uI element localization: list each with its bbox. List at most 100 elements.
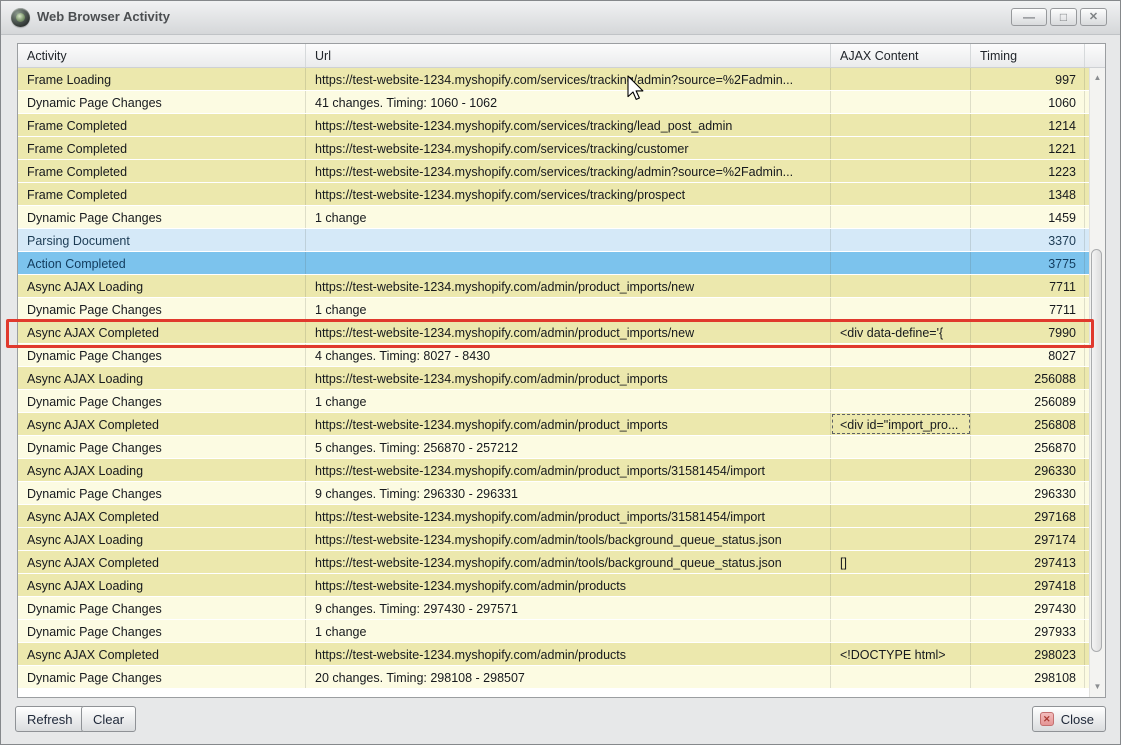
activity-cell: Frame Completed	[18, 137, 306, 159]
timing-cell: 256089	[971, 390, 1085, 412]
ajax-content-cell	[831, 390, 971, 412]
vertical-scrollbar[interactable]: ▲ ▼	[1089, 68, 1105, 697]
app-icon	[11, 8, 30, 27]
ajax-content-cell: <!DOCTYPE html>	[831, 643, 971, 665]
table-row[interactable]: Parsing Document3370	[18, 229, 1089, 252]
timing-cell: 256870	[971, 436, 1085, 458]
table-row[interactable]: Dynamic Page Changes4 changes. Timing: 8…	[18, 344, 1089, 367]
url-cell: https://test-website-1234.myshopify.com/…	[306, 413, 831, 435]
timing-cell: 7711	[971, 275, 1085, 297]
ajax-content-cell	[831, 344, 971, 366]
table-row[interactable]: Frame Completedhttps://test-website-1234…	[18, 114, 1089, 137]
table-row[interactable]: Async AJAX Completedhttps://test-website…	[18, 321, 1089, 344]
table-row[interactable]: Dynamic Page Changes5 changes. Timing: 2…	[18, 436, 1089, 459]
url-cell	[306, 229, 831, 251]
table-row[interactable]: Async AJAX Completedhttps://test-website…	[18, 643, 1089, 666]
ajax-content-cell	[831, 597, 971, 619]
close-button-icon: ✕	[1040, 712, 1054, 726]
activity-cell: Async AJAX Loading	[18, 275, 306, 297]
ajax-content-cell	[831, 183, 971, 205]
activity-cell: Dynamic Page Changes	[18, 620, 306, 642]
column-header-ajax-content[interactable]: AJAX Content	[831, 44, 971, 67]
url-cell: 20 changes. Timing: 298108 - 298507	[306, 666, 831, 688]
activity-cell: Async AJAX Completed	[18, 643, 306, 665]
timing-cell: 7711	[971, 298, 1085, 320]
table-header: Activity Url AJAX Content Timing	[18, 44, 1105, 68]
activity-cell: Action Completed	[18, 252, 306, 274]
table-row[interactable]: Frame Completedhttps://test-website-1234…	[18, 160, 1089, 183]
activity-cell: Async AJAX Loading	[18, 574, 306, 596]
table-row[interactable]: Async AJAX Loadinghttps://test-website-1…	[18, 367, 1089, 390]
table-row[interactable]: Async AJAX Completedhttps://test-website…	[18, 413, 1089, 436]
url-cell: 9 changes. Timing: 297430 - 297571	[306, 597, 831, 619]
scrollbar-thumb[interactable]	[1091, 249, 1102, 652]
table-row[interactable]: Dynamic Page Changes1 change256089	[18, 390, 1089, 413]
scroll-up-icon[interactable]: ▲	[1090, 70, 1105, 86]
column-header-activity[interactable]: Activity	[18, 44, 306, 67]
table-row[interactable]: Dynamic Page Changes20 changes. Timing: …	[18, 666, 1089, 689]
activity-cell: Dynamic Page Changes	[18, 298, 306, 320]
table-row[interactable]: Dynamic Page Changes1 change1459	[18, 206, 1089, 229]
table-row[interactable]: Dynamic Page Changes1 change297933	[18, 620, 1089, 643]
timing-cell: 3775	[971, 252, 1085, 274]
table-row[interactable]: Dynamic Page Changes41 changes. Timing: …	[18, 91, 1089, 114]
ajax-content-cell: <div id="import_pro...	[831, 413, 971, 435]
timing-cell: 297168	[971, 505, 1085, 527]
column-header-url[interactable]: Url	[306, 44, 831, 67]
minimize-button[interactable]: —	[1011, 8, 1047, 26]
column-header-spacer	[1085, 44, 1105, 67]
table-row[interactable]: Dynamic Page Changes9 changes. Timing: 2…	[18, 482, 1089, 505]
timing-cell: 3370	[971, 229, 1085, 251]
timing-cell: 298023	[971, 643, 1085, 665]
timing-cell: 297933	[971, 620, 1085, 642]
refresh-button[interactable]: Refresh	[15, 706, 85, 732]
window-title: Web Browser Activity	[37, 9, 170, 24]
table-row[interactable]: Dynamic Page Changes9 changes. Timing: 2…	[18, 597, 1089, 620]
activity-cell: Async AJAX Completed	[18, 413, 306, 435]
timing-cell: 1214	[971, 114, 1085, 136]
ajax-content-cell	[831, 114, 971, 136]
activity-cell: Dynamic Page Changes	[18, 206, 306, 228]
activity-cell: Dynamic Page Changes	[18, 597, 306, 619]
titlebar[interactable]: Web Browser Activity — □ ✕	[1, 1, 1120, 35]
timing-cell: 297413	[971, 551, 1085, 573]
url-cell: https://test-website-1234.myshopify.com/…	[306, 574, 831, 596]
ajax-content-cell	[831, 505, 971, 527]
maximize-button[interactable]: □	[1050, 8, 1077, 26]
table-row[interactable]: Async AJAX Loadinghttps://test-website-1…	[18, 528, 1089, 551]
close-button[interactable]: ✕ Close	[1032, 706, 1106, 732]
scroll-down-icon[interactable]: ▼	[1090, 679, 1105, 695]
ajax-content-cell	[831, 137, 971, 159]
activity-cell: Async AJAX Loading	[18, 459, 306, 481]
url-cell: https://test-website-1234.myshopify.com/…	[306, 275, 831, 297]
url-cell: 1 change	[306, 206, 831, 228]
url-cell: https://test-website-1234.myshopify.com/…	[306, 367, 831, 389]
ajax-content-cell	[831, 298, 971, 320]
url-cell: 5 changes. Timing: 256870 - 257212	[306, 436, 831, 458]
column-header-timing[interactable]: Timing	[971, 44, 1085, 67]
table-row[interactable]: Action Completed 3775	[18, 252, 1089, 275]
timing-cell: 997	[971, 68, 1085, 90]
table-row[interactable]: Async AJAX Completedhttps://test-website…	[18, 551, 1089, 574]
minimize-icon: —	[1023, 10, 1035, 24]
timing-cell: 297174	[971, 528, 1085, 550]
timing-cell: 1348	[971, 183, 1085, 205]
close-window-button[interactable]: ✕	[1080, 8, 1107, 26]
table-row[interactable]: Async AJAX Completedhttps://test-website…	[18, 505, 1089, 528]
timing-cell: 297430	[971, 597, 1085, 619]
ajax-content-cell: []	[831, 551, 971, 573]
ajax-content-cell	[831, 574, 971, 596]
table-row[interactable]: Dynamic Page Changes1 change 7711	[18, 298, 1089, 321]
url-cell: 1 change	[306, 298, 831, 320]
activity-cell: Dynamic Page Changes	[18, 482, 306, 504]
table-row[interactable]: Async AJAX Loadinghttps://test-website-1…	[18, 275, 1089, 298]
clear-button[interactable]: Clear	[81, 706, 136, 732]
table-row[interactable]: Frame Completedhttps://test-website-1234…	[18, 183, 1089, 206]
table-row[interactable]: Async AJAX Loadinghttps://test-website-1…	[18, 459, 1089, 482]
table-row[interactable]: Async AJAX Loadinghttps://test-website-1…	[18, 574, 1089, 597]
table-row[interactable]: Frame Completedhttps://test-website-1234…	[18, 137, 1089, 160]
activity-cell: Async AJAX Loading	[18, 528, 306, 550]
url-cell: https://test-website-1234.myshopify.com/…	[306, 137, 831, 159]
table-row[interactable]: Frame Loadinghttps://test-website-1234.m…	[18, 68, 1089, 91]
activity-cell: Frame Completed	[18, 183, 306, 205]
